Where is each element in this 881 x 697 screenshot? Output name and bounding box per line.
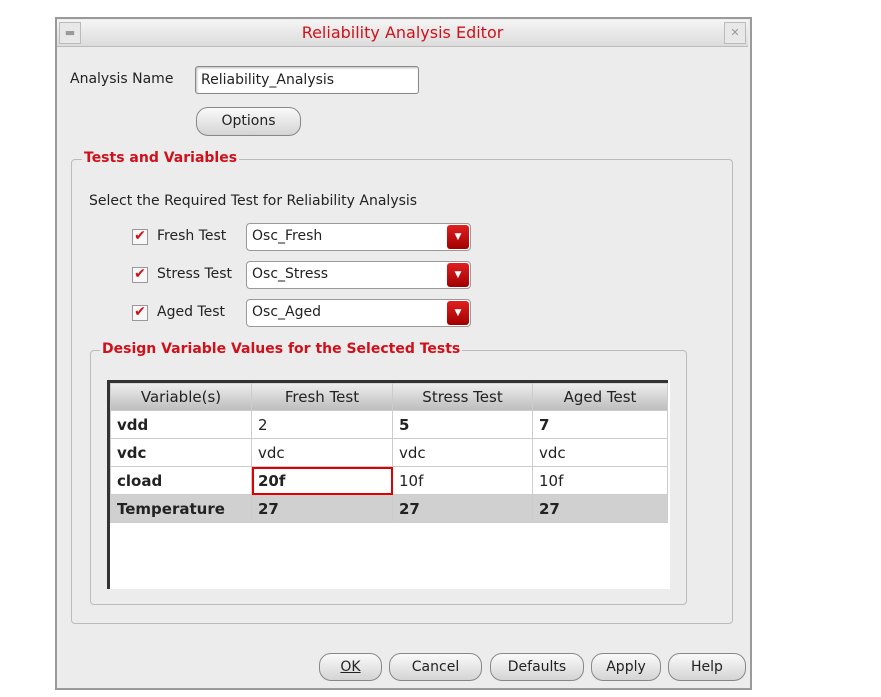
options-button[interactable]: Options bbox=[196, 107, 301, 136]
table-header: Variable(s) Fresh Test Stress Test Aged … bbox=[110, 380, 668, 411]
table-cell[interactable]: vdc bbox=[532, 438, 668, 467]
variable-name: vdc bbox=[110, 438, 252, 467]
analysis-name-label: Analysis Name bbox=[70, 71, 174, 87]
close-icon[interactable]: ✕ bbox=[724, 22, 746, 44]
table-cell[interactable]: 27 bbox=[392, 494, 533, 523]
variables-table-container: Variable(s) Fresh Test Stress Test Aged … bbox=[107, 380, 670, 589]
ok-button[interactable]: OK bbox=[319, 653, 382, 681]
table-row: vdd 2 5 7 bbox=[110, 410, 668, 439]
aged-test-checkbox[interactable]: ✔ bbox=[132, 305, 148, 321]
variable-name: Temperature bbox=[110, 494, 252, 523]
column-header[interactable]: Variable(s) bbox=[110, 380, 252, 411]
table-cell[interactable]: vdc bbox=[392, 438, 533, 467]
stress-test-label: Stress Test bbox=[157, 266, 233, 282]
fresh-test-dropdown[interactable]: Osc_Fresh ▼ bbox=[246, 223, 471, 251]
variable-name: vdd bbox=[110, 410, 252, 439]
table-row: Temperature 27 27 27 bbox=[110, 494, 668, 523]
help-button[interactable]: Help bbox=[668, 653, 746, 681]
tests-group-title: Tests and Variables bbox=[82, 150, 240, 166]
variable-name: cload bbox=[110, 466, 252, 495]
cancel-button[interactable]: Cancel bbox=[389, 653, 482, 681]
table-cell[interactable]: vdc bbox=[251, 438, 393, 467]
window-title: Reliability Analysis Editor bbox=[301, 23, 504, 42]
column-header[interactable]: Fresh Test bbox=[251, 380, 393, 411]
fresh-test-label: Fresh Test bbox=[157, 228, 227, 244]
column-header[interactable]: Stress Test bbox=[392, 380, 533, 411]
table-cell[interactable]: 7 bbox=[532, 410, 668, 439]
chevron-down-icon[interactable]: ▼ bbox=[447, 301, 469, 325]
defaults-button[interactable]: Defaults bbox=[490, 653, 584, 681]
table-cell[interactable]: 10f bbox=[392, 466, 533, 495]
column-header[interactable]: Aged Test bbox=[532, 380, 668, 411]
stress-test-dropdown[interactable]: Osc_Stress ▼ bbox=[246, 261, 471, 289]
table-row: vdc vdc vdc vdc bbox=[110, 438, 668, 467]
analysis-name-input[interactable]: Reliability_Analysis bbox=[195, 66, 419, 94]
instruction-text: Select the Required Test for Reliability… bbox=[89, 193, 418, 209]
table-row: cload 20f 10f 10f bbox=[110, 466, 668, 495]
fresh-test-value: Osc_Fresh bbox=[252, 228, 323, 244]
chevron-down-icon[interactable]: ▼ bbox=[447, 263, 469, 287]
chevron-down-icon[interactable]: ▼ bbox=[447, 225, 469, 249]
table-cell[interactable]: 27 bbox=[251, 494, 393, 523]
fresh-test-checkbox[interactable]: ✔ bbox=[132, 229, 148, 245]
title-bar: ▬ Reliability Analysis Editor ✕ bbox=[57, 20, 748, 47]
variables-table: Variable(s) Fresh Test Stress Test Aged … bbox=[110, 380, 668, 523]
stress-test-checkbox[interactable]: ✔ bbox=[132, 267, 148, 283]
stress-test-value: Osc_Stress bbox=[252, 266, 329, 282]
variables-group-title: Design Variable Values for the Selected … bbox=[100, 341, 463, 357]
aged-test-dropdown[interactable]: Osc_Aged ▼ bbox=[246, 299, 471, 327]
table-cell[interactable]: 5 bbox=[392, 410, 533, 439]
aged-test-label: Aged Test bbox=[157, 304, 225, 320]
aged-test-value: Osc_Aged bbox=[252, 304, 321, 320]
table-cell[interactable]: 2 bbox=[251, 410, 393, 439]
table-cell[interactable]: 27 bbox=[532, 494, 668, 523]
table-cell[interactable]: 10f bbox=[532, 466, 668, 495]
table-cell-selected[interactable]: 20f bbox=[251, 466, 393, 495]
apply-button[interactable]: Apply bbox=[591, 653, 661, 681]
